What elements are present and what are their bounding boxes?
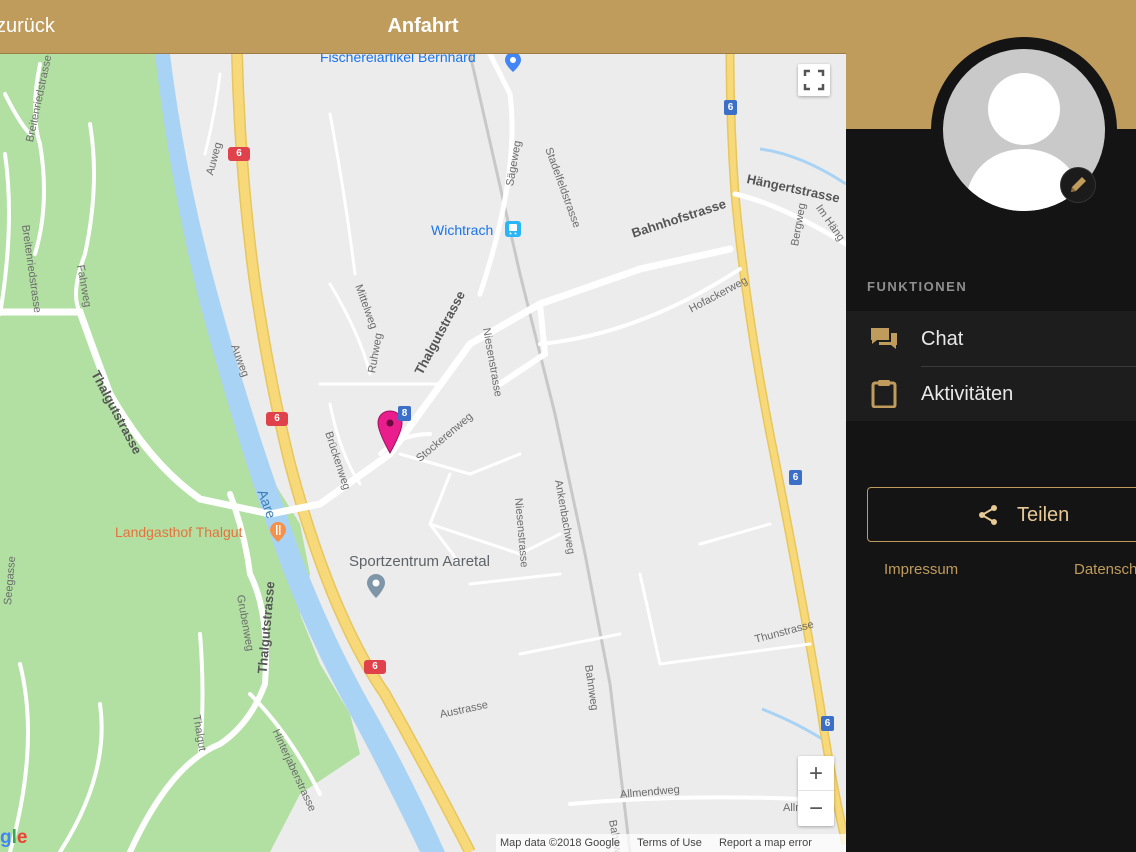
poi-wichtrach-station[interactable]: Wichtrach [431, 222, 493, 238]
route-shield: 6 [724, 100, 737, 115]
function-menu: Chat Aktivitäten [846, 311, 1136, 421]
zoom-controls: + − [798, 756, 834, 826]
report-error-link[interactable]: Report a map error [719, 837, 812, 849]
train-station-icon [505, 221, 521, 237]
side-menu: FUNKTIONEN Chat Aktivitäten Teilen Impre… [846, 0, 1136, 852]
edit-avatar-button[interactable] [1060, 167, 1096, 203]
profile-avatar[interactable] [931, 37, 1117, 223]
clipboard-icon [871, 380, 897, 408]
pencil-icon [1071, 177, 1086, 192]
share-label: Teilen [1017, 504, 1070, 526]
route-shield: 6 [266, 412, 288, 426]
map-view[interactable]: Fischereiartikel Bernhard Wichtrach Land… [0, 49, 846, 852]
map-screen: zurück Anfahrt Fischereiartikel Bernhard… [0, 0, 846, 852]
poi-landgasthof[interactable]: Landgasthof Thalgut [115, 524, 242, 540]
impressum-link[interactable]: Impressum [884, 561, 958, 578]
menu-item-label: Chat [921, 328, 964, 350]
map-data-text: Map data ©2018 Google [500, 837, 621, 849]
map-attribution: Map data ©2018 Google Terms of Use Repor… [496, 834, 846, 852]
zoom-in-button[interactable]: + [798, 756, 834, 791]
poi-sportzentrum[interactable]: Sportzentrum Aaretal [349, 553, 490, 570]
fullscreen-icon [803, 69, 825, 91]
terms-link[interactable]: Terms of Use [637, 837, 702, 849]
chat-icon [871, 328, 897, 349]
zoom-out-button[interactable]: − [798, 791, 834, 826]
route-shield: 6 [789, 470, 802, 485]
top-bar: zurück Anfahrt [0, 0, 846, 54]
fullscreen-button[interactable] [798, 64, 830, 96]
section-label: FUNKTIONEN [867, 279, 968, 294]
menu-item-chat[interactable]: Chat [846, 311, 1136, 367]
route-shield: 6 [228, 147, 250, 161]
menu-item-aktivitaeten[interactable]: Aktivitäten [846, 366, 1136, 421]
share-button[interactable]: Teilen [867, 487, 1136, 542]
page-title: Anfahrt [387, 15, 459, 37]
google-logo: gle [0, 827, 28, 848]
menu-item-label: Aktivitäten [921, 383, 1014, 405]
route-shield: 6 [821, 716, 834, 731]
datenschutz-link[interactable]: Datenschutz [1074, 561, 1136, 578]
route-shield: 6 [364, 660, 386, 674]
route-shield: 8 [398, 406, 411, 421]
share-icon [979, 505, 997, 525]
